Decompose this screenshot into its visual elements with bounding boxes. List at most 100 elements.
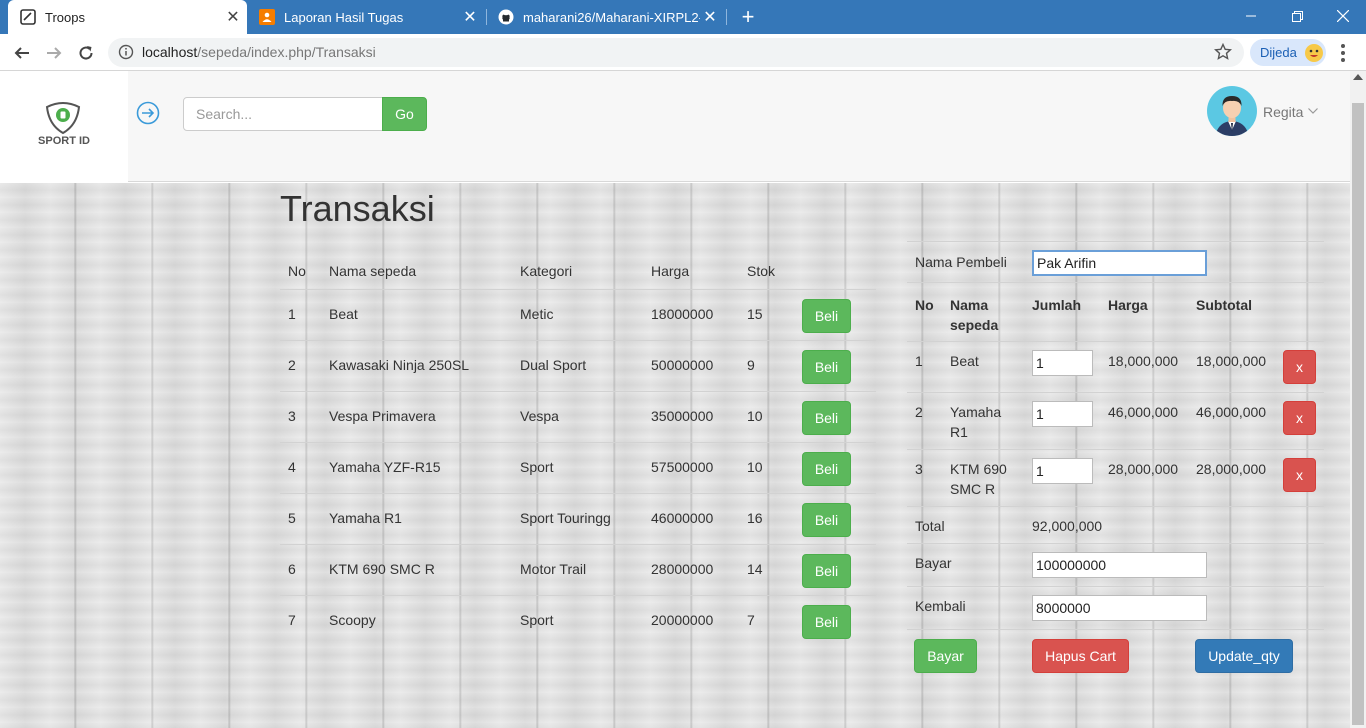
bayar-input[interactable] bbox=[1032, 552, 1207, 578]
cart-cell-no: 1 bbox=[915, 353, 923, 369]
user-name[interactable]: Regita bbox=[1263, 104, 1303, 120]
beli-button[interactable]: Beli bbox=[802, 401, 851, 435]
bayar-button[interactable]: Bayar bbox=[914, 639, 977, 673]
cart-cell-nama-2: SMC R bbox=[950, 481, 996, 497]
brand-name: SPORT ID bbox=[38, 135, 90, 147]
kembali-input[interactable] bbox=[1032, 595, 1207, 621]
cart-header-row: No Nama sepeda Jumlah Harga Subtotal bbox=[907, 282, 1324, 341]
buyer-row: Nama Pembeli bbox=[907, 241, 1324, 282]
restore-button[interactable] bbox=[1274, 0, 1320, 32]
hapus-cart-button[interactable]: Hapus Cart bbox=[1032, 639, 1129, 673]
header-no: No bbox=[288, 263, 306, 279]
cell-stok: 9 bbox=[747, 357, 755, 373]
tab-github[interactable]: maharani26/Maharani-XIRPL2-22 ✕ bbox=[498, 0, 724, 34]
cart-cell-subtotal: 28,000,000 bbox=[1196, 461, 1267, 477]
cell-kategori: Sport bbox=[520, 612, 554, 628]
cell-nama: Yamaha YZF-R15 bbox=[329, 459, 441, 475]
remove-item-button[interactable]: x bbox=[1283, 458, 1316, 492]
tab-label: Laporan Hasil Tugas bbox=[284, 9, 404, 25]
cart-cell-nama: KTM 690 bbox=[950, 461, 1007, 477]
cell-kategori: Sport Touringg bbox=[520, 510, 611, 526]
cell-harga: 46000000 bbox=[651, 510, 714, 526]
scroll-up-arrow-icon[interactable] bbox=[1353, 74, 1363, 80]
search-input[interactable] bbox=[183, 97, 383, 131]
cart-item-row: 1 Beat 18,000,000 18,000,000 x bbox=[907, 341, 1324, 392]
cell-no: 3 bbox=[288, 408, 296, 424]
page-scrollbar[interactable] bbox=[1350, 71, 1366, 728]
tab-label: maharani26/Maharani-XIRPL2-22 bbox=[523, 9, 700, 25]
cart-header-subtotal: Subtotal bbox=[1196, 297, 1252, 313]
cell-no: 4 bbox=[288, 459, 296, 475]
cart-cell-harga: 18,000,000 bbox=[1108, 353, 1179, 369]
kembali-row: Kembali bbox=[907, 586, 1324, 629]
close-tab-icon[interactable]: ✕ bbox=[223, 7, 243, 27]
cell-nama: Beat bbox=[329, 306, 358, 322]
tab-troops[interactable]: Troops ✕ bbox=[8, 0, 247, 34]
url-host: localhost bbox=[142, 44, 198, 60]
update-qty-button[interactable]: Update_qty bbox=[1195, 639, 1293, 673]
cart-header-nama-2: sepeda bbox=[950, 317, 999, 333]
tab-label: Troops bbox=[45, 9, 85, 25]
site-info-icon[interactable] bbox=[118, 44, 134, 60]
cell-stok: 10 bbox=[747, 459, 763, 475]
reload-button[interactable] bbox=[74, 41, 98, 65]
cell-nama: Vespa Primavera bbox=[329, 408, 436, 424]
omnibox[interactable]: localhost/sepeda/index.php/Transaksi bbox=[108, 38, 1244, 67]
profile-emoji-icon bbox=[1304, 43, 1323, 62]
cell-no: 2 bbox=[288, 357, 296, 373]
sidebar-toggle-icon[interactable] bbox=[136, 101, 160, 125]
cart-item-row: 2 Yamaha R1 46,000,000 46,000,000 x bbox=[907, 392, 1324, 449]
products-table-header: No Nama sepeda Kategori Harga Stok bbox=[280, 243, 876, 289]
remove-item-button[interactable]: x bbox=[1283, 350, 1316, 384]
bayar-label: Bayar bbox=[915, 555, 952, 571]
close-tab-icon[interactable]: ✕ bbox=[700, 7, 720, 27]
chevron-down-icon[interactable] bbox=[1308, 108, 1318, 114]
new-tab-button[interactable]: + bbox=[737, 5, 759, 29]
buyer-name-input[interactable] bbox=[1032, 250, 1207, 276]
beli-button[interactable]: Beli bbox=[802, 299, 851, 333]
blogger-favicon-icon bbox=[259, 9, 275, 25]
profile-name: Dijeda bbox=[1260, 45, 1297, 60]
cart-header-no: No bbox=[915, 297, 934, 313]
qty-input[interactable] bbox=[1032, 458, 1093, 484]
cell-nama: Kawasaki Ninja 250SL bbox=[329, 357, 470, 373]
cell-no: 5 bbox=[288, 510, 296, 526]
cell-harga: 57500000 bbox=[651, 459, 714, 475]
cart-cell-harga: 28,000,000 bbox=[1108, 461, 1179, 477]
profile-chip[interactable]: Dijeda bbox=[1250, 39, 1326, 66]
beli-button[interactable]: Beli bbox=[802, 605, 851, 639]
minimize-button[interactable] bbox=[1228, 0, 1274, 32]
header-kategori: Kategori bbox=[520, 263, 573, 279]
total-value: 92,000,000 bbox=[1032, 518, 1103, 534]
forward-button[interactable] bbox=[42, 41, 66, 65]
cart-panel: Nama Pembeli No Nama sepeda Jumlah Harga… bbox=[907, 241, 1324, 681]
qty-input[interactable] bbox=[1032, 350, 1093, 376]
cell-no: 7 bbox=[288, 612, 296, 628]
qty-input[interactable] bbox=[1032, 401, 1093, 427]
back-button[interactable] bbox=[10, 41, 34, 65]
beli-button[interactable]: Beli bbox=[802, 554, 851, 588]
main-content: Transaksi No Nama sepeda Kategori Harga … bbox=[0, 183, 1350, 728]
cart-item-row: 3 KTM 690 SMC R 28,000,000 28,000,000 x bbox=[907, 449, 1324, 506]
troops-favicon-icon bbox=[20, 9, 36, 25]
scroll-thumb[interactable] bbox=[1352, 103, 1364, 725]
cart-cell-nama: Yamaha bbox=[950, 404, 1002, 420]
tab-laporan[interactable]: Laporan Hasil Tugas ✕ bbox=[259, 0, 484, 34]
beli-button[interactable]: Beli bbox=[802, 503, 851, 537]
close-window-button[interactable] bbox=[1320, 0, 1366, 32]
beli-button[interactable]: Beli bbox=[802, 452, 851, 486]
url-text[interactable]: localhost/sepeda/index.php/Transaksi bbox=[142, 44, 376, 60]
close-tab-icon[interactable]: ✕ bbox=[460, 7, 480, 27]
search-go-button[interactable]: Go bbox=[382, 97, 427, 131]
cell-harga: 18000000 bbox=[651, 306, 714, 322]
user-avatar[interactable] bbox=[1207, 86, 1257, 136]
browser-menu-icon[interactable] bbox=[1336, 42, 1350, 64]
cell-stok: 15 bbox=[747, 306, 763, 322]
bookmark-star-icon[interactable] bbox=[1214, 43, 1232, 61]
beli-button[interactable]: Beli bbox=[802, 350, 851, 384]
cart-header-nama: Nama bbox=[950, 297, 989, 313]
page-title: Transaksi bbox=[280, 188, 435, 229]
remove-item-button[interactable]: x bbox=[1283, 401, 1316, 435]
cart-header-harga: Harga bbox=[1108, 297, 1148, 313]
brand[interactable]: SPORT ID bbox=[0, 71, 128, 182]
